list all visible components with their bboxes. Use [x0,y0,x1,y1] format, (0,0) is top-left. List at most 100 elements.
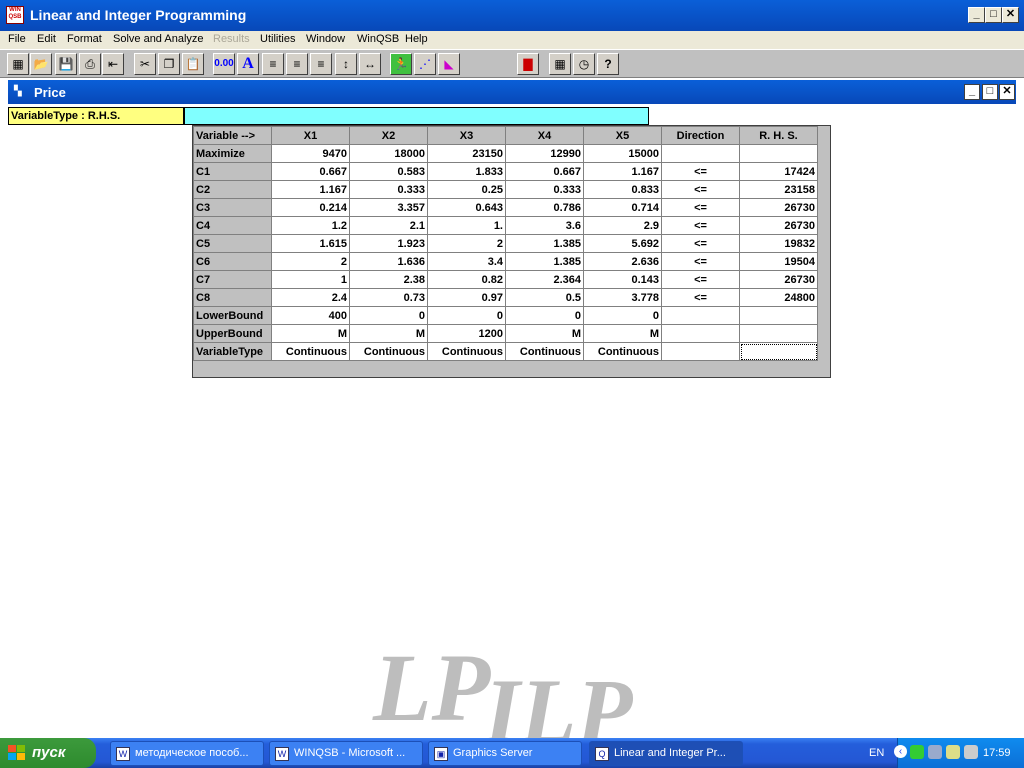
grid-cell[interactable]: 9470 [271,144,350,163]
menu-winqsb[interactable]: WinQSB [357,33,399,45]
taskbar-task-2[interactable]: ▣ Graphics Server [428,741,582,766]
grid-cell[interactable]: 0.667 [271,162,350,181]
grid-cell[interactable]: 0 [349,306,428,325]
chart-icon[interactable]: ▇ [517,53,539,75]
tray-utility-icon[interactable] [946,745,960,759]
grid-cell[interactable]: <= [661,288,740,307]
start-button[interactable]: пуск [0,738,96,768]
grid-cell[interactable]: 2.9 [583,216,662,235]
grid-cell[interactable]: 3.357 [349,198,428,217]
row-header[interactable]: C8 [193,288,272,307]
grid-cell[interactable]: 1.923 [349,234,428,253]
column-header[interactable]: X1 [271,126,350,145]
grid-cell[interactable]: 0.333 [349,180,428,199]
row-header[interactable]: UpperBound [193,324,272,343]
grid-cell[interactable]: 0.333 [505,180,584,199]
number-format-icon[interactable]: 0.00 [213,53,235,75]
grid-cell[interactable]: 23150 [427,144,506,163]
grid-cell[interactable]: Continuous [349,342,428,361]
grid-cell[interactable]: 1.167 [271,180,350,199]
grid-cell[interactable]: 19504 [739,252,818,271]
child-close-button[interactable]: ✕ [999,84,1015,100]
step-solve-icon[interactable]: ⋰ [414,53,436,75]
calculator-icon[interactable]: ▦ [549,53,571,75]
grid-cell[interactable] [739,144,818,163]
menu-format[interactable]: Format [67,33,102,45]
grid-cell[interactable]: 0 [427,306,506,325]
grid-cell[interactable]: 1.833 [427,162,506,181]
grid-cell[interactable]: <= [661,162,740,181]
grid-cell[interactable] [739,342,818,361]
grid-cell[interactable]: 0.97 [427,288,506,307]
row-header[interactable]: C3 [193,198,272,217]
align-left-icon[interactable]: ≡ [262,53,284,75]
menu-help[interactable]: Help [405,33,428,45]
grid-cell[interactable]: 2.364 [505,270,584,289]
grid-cell[interactable] [661,306,740,325]
grid-cell[interactable]: 0.73 [349,288,428,307]
grid-cell[interactable]: 1.167 [583,162,662,181]
help-icon[interactable]: ? [597,53,619,75]
taskbar-task-3[interactable]: Q Linear and Integer Pr... [589,741,743,766]
volume-icon[interactable] [964,745,978,759]
grid-cell[interactable]: 18000 [349,144,428,163]
grid-cell[interactable]: Continuous [583,342,662,361]
grid-cell[interactable]: 15000 [583,144,662,163]
save-icon[interactable]: 💾 [55,53,77,75]
grid-cell[interactable]: 3.6 [505,216,584,235]
row-header[interactable]: C5 [193,234,272,253]
grid-cell[interactable]: 2.38 [349,270,428,289]
tray-expand-icon[interactable]: ‹ [894,745,907,758]
row-header[interactable]: C1 [193,162,272,181]
open-folder-icon[interactable]: 📂 [30,53,52,75]
grid-cell[interactable]: 0.786 [505,198,584,217]
grid-cell[interactable]: 1 [271,270,350,289]
grid-cell[interactable]: <= [661,180,740,199]
row-header[interactable]: LowerBound [193,306,272,325]
winqsb-app-icon[interactable]: WIN QSB [6,6,24,24]
grid-cell[interactable]: 1200 [427,324,506,343]
minimize-button[interactable]: _ [968,7,985,23]
new-problem-icon[interactable]: ▦ [7,53,29,75]
child-restore-button[interactable]: □ [982,84,998,100]
menu-solve-and-analyze[interactable]: Solve and Analyze [113,33,204,45]
grid-cell[interactable] [739,306,818,325]
grid-cell[interactable]: <= [661,198,740,217]
grid-cell[interactable]: <= [661,216,740,235]
network-icon[interactable] [928,745,942,759]
grid-cell[interactable]: <= [661,234,740,253]
align-center-icon[interactable]: ≡ [286,53,308,75]
grid-cell[interactable]: 1. [427,216,506,235]
grid-cell[interactable]: 2.4 [271,288,350,307]
grid-cell[interactable] [661,144,740,163]
grid-cell[interactable]: 26730 [739,198,818,217]
menu-utilities[interactable]: Utilities [260,33,295,45]
grid-cell[interactable]: Continuous [505,342,584,361]
graphic-method-icon[interactable]: ◣ [438,53,460,75]
tray-app-icon[interactable] [910,745,924,759]
menu-file[interactable]: File [8,33,26,45]
grid-cell[interactable]: 1.615 [271,234,350,253]
grid-cell[interactable]: 23158 [739,180,818,199]
grid-cell[interactable]: 2 [271,252,350,271]
grid-cell[interactable]: 0 [583,306,662,325]
solve-icon[interactable]: 🏃 [390,53,412,75]
column-header[interactable]: X5 [583,126,662,145]
menu-window[interactable]: Window [306,33,345,45]
grid-cell[interactable]: 0.667 [505,162,584,181]
grid-cell[interactable]: 1.2 [271,216,350,235]
grid-cell[interactable]: Continuous [427,342,506,361]
grid-cell[interactable]: 400 [271,306,350,325]
document-icon[interactable]: ▚ [14,86,26,98]
close-button[interactable]: ✕ [1002,7,1019,23]
paste-icon[interactable]: 📋 [182,53,204,75]
grid-cell[interactable]: 0.833 [583,180,662,199]
row-header[interactable]: VariableType [193,342,272,361]
grid-cell[interactable] [661,342,740,361]
row-height-icon[interactable]: ↕ [335,53,357,75]
grid-cell[interactable]: 12990 [505,144,584,163]
grid-cell[interactable]: 0.643 [427,198,506,217]
font-icon[interactable]: A [237,53,259,75]
grid-cell[interactable]: <= [661,270,740,289]
row-header[interactable]: C2 [193,180,272,199]
